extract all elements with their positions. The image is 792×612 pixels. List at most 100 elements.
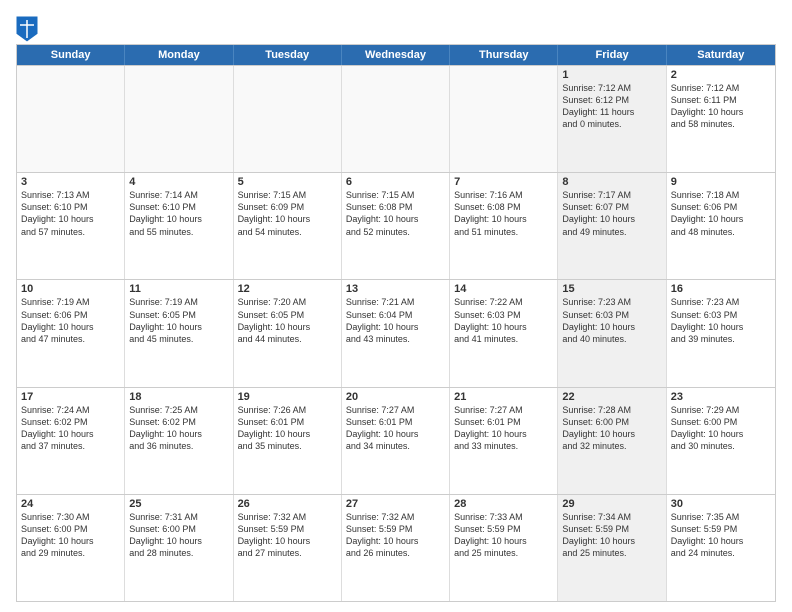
calendar-body: 1Sunrise: 7:12 AM Sunset: 6:12 PM Daylig… bbox=[17, 65, 775, 601]
day-number: 27 bbox=[346, 498, 445, 510]
logo-icon bbox=[16, 16, 34, 38]
day-number: 20 bbox=[346, 391, 445, 403]
day-info: Sunrise: 7:33 AM Sunset: 5:59 PM Dayligh… bbox=[454, 511, 553, 560]
calendar-cell: 28Sunrise: 7:33 AM Sunset: 5:59 PM Dayli… bbox=[450, 495, 558, 601]
day-info: Sunrise: 7:29 AM Sunset: 6:00 PM Dayligh… bbox=[671, 404, 771, 453]
day-info: Sunrise: 7:26 AM Sunset: 6:01 PM Dayligh… bbox=[238, 404, 337, 453]
day-number: 21 bbox=[454, 391, 553, 403]
calendar-cell: 2Sunrise: 7:12 AM Sunset: 6:11 PM Daylig… bbox=[667, 66, 775, 172]
day-number: 19 bbox=[238, 391, 337, 403]
calendar-cell bbox=[342, 66, 450, 172]
day-info: Sunrise: 7:24 AM Sunset: 6:02 PM Dayligh… bbox=[21, 404, 120, 453]
day-number: 11 bbox=[129, 283, 228, 295]
day-number: 8 bbox=[562, 176, 661, 188]
calendar-cell: 8Sunrise: 7:17 AM Sunset: 6:07 PM Daylig… bbox=[558, 173, 666, 279]
day-info: Sunrise: 7:13 AM Sunset: 6:10 PM Dayligh… bbox=[21, 189, 120, 238]
day-number: 24 bbox=[21, 498, 120, 510]
day-info: Sunrise: 7:19 AM Sunset: 6:06 PM Dayligh… bbox=[21, 296, 120, 345]
calendar-cell: 7Sunrise: 7:16 AM Sunset: 6:08 PM Daylig… bbox=[450, 173, 558, 279]
day-number: 30 bbox=[671, 498, 771, 510]
calendar-header: SundayMondayTuesdayWednesdayThursdayFrid… bbox=[17, 45, 775, 65]
day-info: Sunrise: 7:32 AM Sunset: 5:59 PM Dayligh… bbox=[238, 511, 337, 560]
calendar-week-1: 1Sunrise: 7:12 AM Sunset: 6:12 PM Daylig… bbox=[17, 65, 775, 172]
calendar-cell: 13Sunrise: 7:21 AM Sunset: 6:04 PM Dayli… bbox=[342, 280, 450, 386]
calendar-header-tuesday: Tuesday bbox=[234, 45, 342, 65]
calendar-cell: 29Sunrise: 7:34 AM Sunset: 5:59 PM Dayli… bbox=[558, 495, 666, 601]
calendar-cell: 11Sunrise: 7:19 AM Sunset: 6:05 PM Dayli… bbox=[125, 280, 233, 386]
day-number: 7 bbox=[454, 176, 553, 188]
day-number: 13 bbox=[346, 283, 445, 295]
calendar-cell: 3Sunrise: 7:13 AM Sunset: 6:10 PM Daylig… bbox=[17, 173, 125, 279]
day-number: 4 bbox=[129, 176, 228, 188]
calendar-cell bbox=[17, 66, 125, 172]
day-info: Sunrise: 7:23 AM Sunset: 6:03 PM Dayligh… bbox=[562, 296, 661, 345]
day-info: Sunrise: 7:18 AM Sunset: 6:06 PM Dayligh… bbox=[671, 189, 771, 238]
calendar-cell bbox=[234, 66, 342, 172]
day-number: 26 bbox=[238, 498, 337, 510]
day-number: 23 bbox=[671, 391, 771, 403]
day-number: 12 bbox=[238, 283, 337, 295]
day-info: Sunrise: 7:35 AM Sunset: 5:59 PM Dayligh… bbox=[671, 511, 771, 560]
day-number: 22 bbox=[562, 391, 661, 403]
calendar-cell: 23Sunrise: 7:29 AM Sunset: 6:00 PM Dayli… bbox=[667, 388, 775, 494]
calendar: SundayMondayTuesdayWednesdayThursdayFrid… bbox=[16, 44, 776, 602]
day-number: 16 bbox=[671, 283, 771, 295]
calendar-cell: 5Sunrise: 7:15 AM Sunset: 6:09 PM Daylig… bbox=[234, 173, 342, 279]
calendar-cell: 26Sunrise: 7:32 AM Sunset: 5:59 PM Dayli… bbox=[234, 495, 342, 601]
day-number: 5 bbox=[238, 176, 337, 188]
calendar-cell: 27Sunrise: 7:32 AM Sunset: 5:59 PM Dayli… bbox=[342, 495, 450, 601]
calendar-cell bbox=[125, 66, 233, 172]
calendar-cell: 4Sunrise: 7:14 AM Sunset: 6:10 PM Daylig… bbox=[125, 173, 233, 279]
calendar-cell: 19Sunrise: 7:26 AM Sunset: 6:01 PM Dayli… bbox=[234, 388, 342, 494]
calendar-cell: 22Sunrise: 7:28 AM Sunset: 6:00 PM Dayli… bbox=[558, 388, 666, 494]
day-number: 17 bbox=[21, 391, 120, 403]
day-info: Sunrise: 7:15 AM Sunset: 6:09 PM Dayligh… bbox=[238, 189, 337, 238]
calendar-cell: 25Sunrise: 7:31 AM Sunset: 6:00 PM Dayli… bbox=[125, 495, 233, 601]
day-info: Sunrise: 7:12 AM Sunset: 6:11 PM Dayligh… bbox=[671, 82, 771, 131]
calendar-header-saturday: Saturday bbox=[667, 45, 775, 65]
calendar-week-4: 17Sunrise: 7:24 AM Sunset: 6:02 PM Dayli… bbox=[17, 387, 775, 494]
day-number: 2 bbox=[671, 69, 771, 81]
logo bbox=[16, 16, 38, 38]
calendar-cell: 21Sunrise: 7:27 AM Sunset: 6:01 PM Dayli… bbox=[450, 388, 558, 494]
calendar-cell: 20Sunrise: 7:27 AM Sunset: 6:01 PM Dayli… bbox=[342, 388, 450, 494]
day-info: Sunrise: 7:34 AM Sunset: 5:59 PM Dayligh… bbox=[562, 511, 661, 560]
page: SundayMondayTuesdayWednesdayThursdayFrid… bbox=[0, 0, 792, 612]
calendar-header-thursday: Thursday bbox=[450, 45, 558, 65]
day-number: 29 bbox=[562, 498, 661, 510]
day-number: 1 bbox=[562, 69, 661, 81]
day-info: Sunrise: 7:19 AM Sunset: 6:05 PM Dayligh… bbox=[129, 296, 228, 345]
day-info: Sunrise: 7:30 AM Sunset: 6:00 PM Dayligh… bbox=[21, 511, 120, 560]
day-info: Sunrise: 7:23 AM Sunset: 6:03 PM Dayligh… bbox=[671, 296, 771, 345]
day-info: Sunrise: 7:12 AM Sunset: 6:12 PM Dayligh… bbox=[562, 82, 661, 131]
calendar-cell: 15Sunrise: 7:23 AM Sunset: 6:03 PM Dayli… bbox=[558, 280, 666, 386]
day-number: 18 bbox=[129, 391, 228, 403]
day-info: Sunrise: 7:25 AM Sunset: 6:02 PM Dayligh… bbox=[129, 404, 228, 453]
calendar-cell: 18Sunrise: 7:25 AM Sunset: 6:02 PM Dayli… bbox=[125, 388, 233, 494]
day-number: 15 bbox=[562, 283, 661, 295]
calendar-cell bbox=[450, 66, 558, 172]
calendar-cell: 30Sunrise: 7:35 AM Sunset: 5:59 PM Dayli… bbox=[667, 495, 775, 601]
day-number: 25 bbox=[129, 498, 228, 510]
day-number: 28 bbox=[454, 498, 553, 510]
calendar-cell: 24Sunrise: 7:30 AM Sunset: 6:00 PM Dayli… bbox=[17, 495, 125, 601]
calendar-week-3: 10Sunrise: 7:19 AM Sunset: 6:06 PM Dayli… bbox=[17, 279, 775, 386]
day-number: 9 bbox=[671, 176, 771, 188]
calendar-cell: 9Sunrise: 7:18 AM Sunset: 6:06 PM Daylig… bbox=[667, 173, 775, 279]
calendar-header-friday: Friday bbox=[558, 45, 666, 65]
day-number: 6 bbox=[346, 176, 445, 188]
calendar-header-monday: Monday bbox=[125, 45, 233, 65]
day-info: Sunrise: 7:32 AM Sunset: 5:59 PM Dayligh… bbox=[346, 511, 445, 560]
day-info: Sunrise: 7:27 AM Sunset: 6:01 PM Dayligh… bbox=[346, 404, 445, 453]
day-number: 10 bbox=[21, 283, 120, 295]
calendar-header-wednesday: Wednesday bbox=[342, 45, 450, 65]
day-info: Sunrise: 7:27 AM Sunset: 6:01 PM Dayligh… bbox=[454, 404, 553, 453]
day-info: Sunrise: 7:14 AM Sunset: 6:10 PM Dayligh… bbox=[129, 189, 228, 238]
day-info: Sunrise: 7:31 AM Sunset: 6:00 PM Dayligh… bbox=[129, 511, 228, 560]
day-info: Sunrise: 7:28 AM Sunset: 6:00 PM Dayligh… bbox=[562, 404, 661, 453]
calendar-cell: 17Sunrise: 7:24 AM Sunset: 6:02 PM Dayli… bbox=[17, 388, 125, 494]
calendar-cell: 14Sunrise: 7:22 AM Sunset: 6:03 PM Dayli… bbox=[450, 280, 558, 386]
day-info: Sunrise: 7:15 AM Sunset: 6:08 PM Dayligh… bbox=[346, 189, 445, 238]
calendar-cell: 10Sunrise: 7:19 AM Sunset: 6:06 PM Dayli… bbox=[17, 280, 125, 386]
day-info: Sunrise: 7:16 AM Sunset: 6:08 PM Dayligh… bbox=[454, 189, 553, 238]
